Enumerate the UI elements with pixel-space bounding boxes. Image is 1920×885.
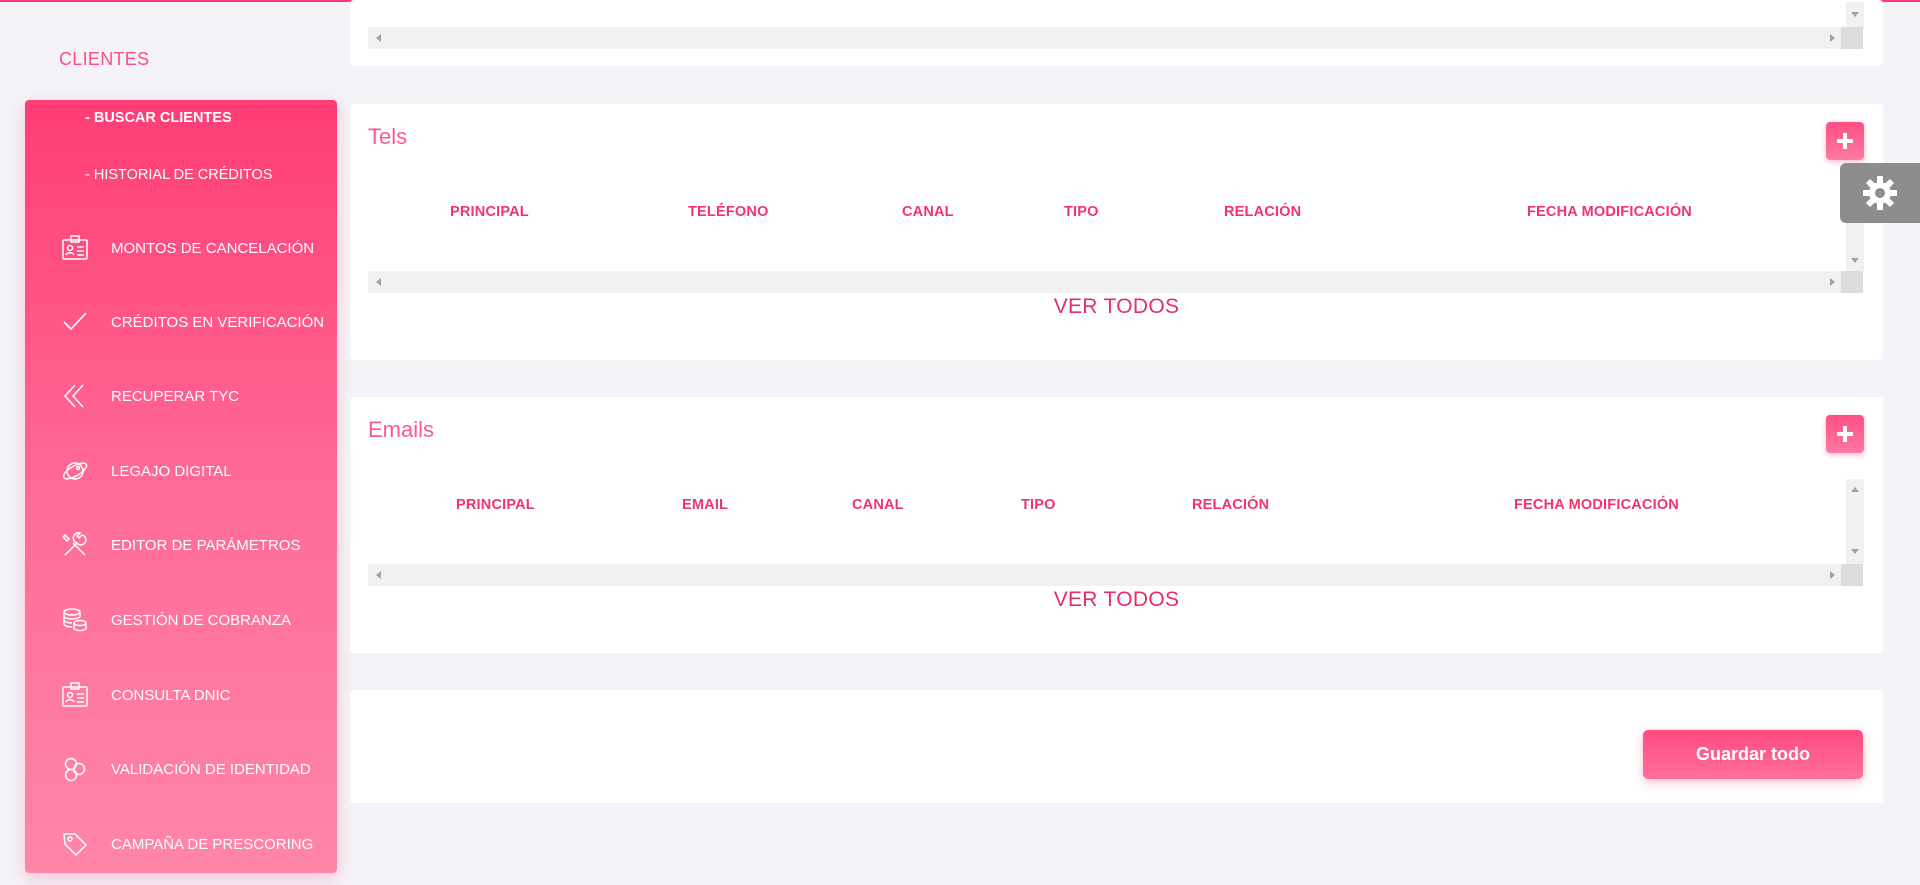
sidebar-item-creditos-verificacion[interactable]: CRÉDITOS EN VERIFICACIÓN: [25, 292, 337, 352]
column-header[interactable]: CANAL: [852, 497, 904, 513]
column-header[interactable]: RELACIÓN: [1224, 204, 1301, 220]
scrollbar-corner: [1841, 271, 1863, 293]
circles-icon: [61, 755, 89, 783]
sidebar-item-label: EDITOR DE PARÁMETROS: [111, 536, 301, 554]
sidebar-item-consulta-dnic[interactable]: CONSULTA DNIC: [25, 665, 337, 725]
tels-view-all-link[interactable]: VER TODOS: [350, 295, 1883, 319]
gear-icon: [1863, 176, 1897, 210]
scrollbar-corner: [1841, 564, 1863, 586]
column-header[interactable]: RELACIÓN: [1192, 497, 1269, 513]
emails-card: Emails PRINCIPAL EMAIL CANAL TIPO RELACI…: [350, 397, 1883, 653]
add-tel-button[interactable]: [1826, 122, 1864, 160]
scroll-right-arrow-icon[interactable]: [1830, 571, 1835, 579]
scroll-up-arrow-icon[interactable]: [1851, 487, 1859, 492]
scroll-down-arrow-icon[interactable]: [1851, 549, 1859, 554]
sidebar-item-legajo-digital[interactable]: LEGAJO DIGITAL: [25, 441, 337, 501]
scroll-right-arrow-icon[interactable]: [1830, 34, 1835, 42]
column-header[interactable]: TIPO: [1064, 204, 1099, 220]
coins-icon: [61, 606, 89, 634]
sidebar-item-validacion-identidad[interactable]: VALIDACIÓN DE IDENTIDAD: [25, 739, 337, 799]
sidebar-item-recuperar-tyc[interactable]: RECUPERAR TYC: [25, 366, 337, 426]
sidebar-menu: - BUSCAR CLIENTES - HISTORIAL DE CRÉDITO…: [25, 100, 337, 873]
emails-view-all-link[interactable]: VER TODOS: [350, 588, 1883, 612]
tels-card: Tels PRINCIPAL TELÉFONO CANAL TIPO RELAC…: [350, 104, 1883, 360]
check-icon: [61, 308, 89, 336]
sidebar-item-label: GESTIÓN DE COBRANZA: [111, 611, 292, 629]
actions-card: Guardar todo: [350, 690, 1883, 803]
scrollbar-corner: [1841, 27, 1863, 49]
sidebar-subitem-historial-creditos[interactable]: - HISTORIAL DE CRÉDITOS: [85, 167, 272, 183]
sidebar-item-campana-prescoring[interactable]: CAMPAÑA DE PRESCORING: [25, 814, 337, 874]
tools-icon: [61, 531, 89, 559]
sidebar-item-label: CRÉDITOS EN VERIFICACIÓN: [111, 313, 325, 331]
column-header[interactable]: TIPO: [1021, 497, 1056, 513]
sidebar-item-label: LEGAJO DIGITAL: [111, 462, 232, 480]
id-card-icon: [61, 234, 89, 262]
save-all-button[interactable]: Guardar todo: [1643, 730, 1863, 779]
sidebar-subitem-buscar-clientes[interactable]: - BUSCAR CLIENTES: [85, 110, 232, 126]
sidebar-item-label: CAMPAÑA DE PRESCORING: [111, 835, 314, 853]
scroll-down-arrow-icon[interactable]: [1851, 12, 1859, 17]
sidebar-item-label: MONTOS DE CANCELACIÓN: [111, 239, 315, 257]
settings-panel-toggle[interactable]: [1840, 163, 1920, 223]
column-header[interactable]: FECHA MODIFICACIÓN: [1527, 204, 1692, 220]
id-card-icon: [61, 681, 89, 709]
sidebar-item-montos-cancelacion[interactable]: MONTOS DE CANCELACIÓN: [25, 218, 337, 278]
vertical-scrollbar[interactable]: [1846, 479, 1864, 564]
tag-icon: [61, 830, 89, 858]
sidebar-item-label: CONSULTA DNIC: [111, 686, 231, 704]
tels-title: Tels: [368, 124, 408, 149]
plus-icon: [1837, 133, 1853, 149]
scroll-left-arrow-icon[interactable]: [376, 278, 381, 286]
plus-icon: [1837, 426, 1853, 442]
column-header[interactable]: EMAIL: [682, 497, 728, 513]
section-title: CLIENTES: [59, 49, 150, 69]
sidebar-item-gestion-cobranza[interactable]: GESTIÓN DE COBRANZA: [25, 590, 337, 650]
sidebar-item-label: VALIDACIÓN DE IDENTIDAD: [111, 760, 311, 778]
column-header[interactable]: PRINCIPAL: [456, 497, 535, 513]
sidebar-item-editor-parametros[interactable]: EDITOR DE PARÁMETROS: [25, 515, 337, 575]
column-header[interactable]: TELÉFONO: [688, 204, 769, 220]
scroll-left-arrow-icon[interactable]: [376, 34, 381, 42]
column-header[interactable]: CANAL: [902, 204, 954, 220]
previous-table-card: [350, 0, 1883, 66]
vertical-scrollbar[interactable]: [1846, 2, 1864, 28]
double-chevron-left-icon: [61, 382, 89, 410]
column-header[interactable]: FECHA MODIFICACIÓN: [1514, 497, 1679, 513]
scroll-left-arrow-icon[interactable]: [376, 571, 381, 579]
horizontal-scrollbar[interactable]: [368, 271, 1863, 293]
planet-icon: [61, 457, 89, 485]
sidebar-item-label: RECUPERAR TYC: [111, 387, 240, 405]
add-email-button[interactable]: [1826, 415, 1864, 453]
scroll-right-arrow-icon[interactable]: [1830, 278, 1835, 286]
horizontal-scrollbar[interactable]: [368, 564, 1863, 586]
column-header[interactable]: PRINCIPAL: [450, 204, 529, 220]
emails-title: Emails: [368, 417, 435, 442]
horizontal-scrollbar[interactable]: [368, 27, 1863, 49]
scroll-down-arrow-icon[interactable]: [1851, 258, 1859, 263]
